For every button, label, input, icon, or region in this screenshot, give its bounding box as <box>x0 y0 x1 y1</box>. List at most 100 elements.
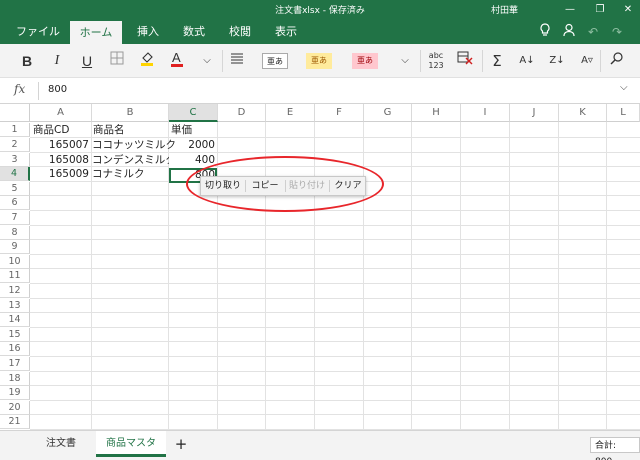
minimize-icon[interactable]: — <box>560 1 580 18</box>
cell-c1[interactable]: 単価 <box>171 123 192 137</box>
row-header[interactable]: 6 <box>0 196 30 210</box>
column-header[interactable]: F <box>315 104 364 122</box>
formula-input[interactable]: 800 <box>48 84 67 95</box>
search-icon[interactable] <box>606 50 628 72</box>
formula-bar: fx 800 ⌵ <box>0 78 640 104</box>
align-icon[interactable] <box>226 50 248 72</box>
font-color-icon[interactable]: A <box>166 50 188 72</box>
tab-formulas[interactable]: 数式 <box>174 20 214 44</box>
cell-a1[interactable]: 商品CD <box>33 123 69 137</box>
row-header[interactable]: 1 <box>0 123 30 137</box>
underline-icon[interactable]: U <box>76 50 98 72</box>
cell-b3[interactable]: コンデンスミルク <box>92 153 176 167</box>
column-header[interactable]: E <box>266 104 315 122</box>
column-header[interactable]: J <box>510 104 559 122</box>
redo-icon[interactable]: ↷ <box>608 23 626 41</box>
row-header[interactable]: 12 <box>0 284 30 298</box>
cell-a3[interactable]: 165008 <box>30 153 89 167</box>
cell-style-neutral[interactable]: 亜あ <box>306 53 332 69</box>
fill-color-icon[interactable] <box>136 50 158 72</box>
row-header[interactable]: 10 <box>0 255 30 269</box>
spelling-sublabel: 123 <box>428 61 444 70</box>
row-header[interactable]: 5 <box>0 182 30 196</box>
column-header[interactable]: B <box>92 104 169 122</box>
filter-icon[interactable]: A▿ <box>576 50 598 72</box>
tab-home[interactable]: ホーム <box>70 21 122 44</box>
account-icon[interactable] <box>560 23 578 41</box>
row-header[interactable]: 4 <box>0 167 30 181</box>
restore-icon[interactable]: ❐ <box>590 1 610 18</box>
row-header[interactable]: 8 <box>0 226 30 240</box>
spelling-icon[interactable]: abc 123 <box>424 50 448 72</box>
column-header[interactable]: G <box>364 104 412 122</box>
clear-icon[interactable] <box>454 50 476 72</box>
lightbulb-icon[interactable] <box>536 23 554 41</box>
cell-style-bad[interactable]: 亜あ <box>352 53 378 69</box>
status-sum[interactable]: 合計: 800 <box>590 437 640 460</box>
styles-chevron-down-icon[interactable]: ⌵ <box>394 50 416 72</box>
user-name[interactable]: 村田華 <box>491 3 518 16</box>
row-header[interactable]: 11 <box>0 269 30 283</box>
function-icon[interactable]: fx <box>14 82 25 96</box>
formula-divider <box>38 82 39 100</box>
column-header[interactable]: I <box>461 104 510 122</box>
cell-b4[interactable]: コナミルク <box>92 167 145 181</box>
row-header[interactable]: 17 <box>0 357 30 371</box>
toolbar-divider <box>482 50 483 72</box>
column-header[interactable]: D <box>218 104 266 122</box>
spelling-label: abc <box>428 51 444 60</box>
sort-descending-icon[interactable]: Z↓ <box>546 50 568 72</box>
column-header[interactable]: C <box>169 104 218 122</box>
row-header[interactable]: 9 <box>0 240 30 254</box>
annotation-ellipse <box>186 156 384 212</box>
close-icon[interactable]: ✕ <box>618 1 638 18</box>
toolbar-divider <box>420 50 421 72</box>
row-header[interactable]: 20 <box>0 401 30 415</box>
row-header[interactable]: 13 <box>0 299 30 313</box>
tab-insert[interactable]: 挿入 <box>128 20 168 44</box>
toolbar-divider <box>222 50 223 72</box>
sheet-tab-products[interactable]: 商品マスタ <box>96 431 166 457</box>
row-header[interactable]: 7 <box>0 211 30 225</box>
cell-a4[interactable]: 165009 <box>30 167 89 181</box>
cell-b2[interactable]: ココナッツミルク <box>92 138 176 152</box>
sort-ascending-icon[interactable]: A↓ <box>516 50 538 72</box>
row-header[interactable]: 21 <box>0 415 30 429</box>
cell-c3[interactable]: 400 <box>169 153 215 167</box>
svg-text:A: A <box>172 50 181 65</box>
cell-b1[interactable]: 商品名 <box>93 123 125 137</box>
cell-a2[interactable]: 165007 <box>30 138 89 152</box>
ribbon-toolbar: B I U A ⌵ 亜あ 亜あ 亜あ ⌵ abc 123 Σ A↓ Z↓ A▿ <box>0 44 640 78</box>
tab-review[interactable]: 校閲 <box>220 20 260 44</box>
tab-file[interactable]: ファイル <box>12 20 64 44</box>
ribbon-tabs: ファイル ホーム 挿入 数式 校閲 表示 ↶ ↷ <box>0 20 640 44</box>
row-header[interactable]: 14 <box>0 313 30 327</box>
column-header[interactable]: L <box>607 104 640 122</box>
chevron-down-icon[interactable]: ⌵ <box>196 50 218 72</box>
column-header[interactable]: A <box>30 104 92 122</box>
add-sheet-icon[interactable]: + <box>172 434 190 454</box>
italic-icon[interactable]: I <box>46 50 68 72</box>
toolbar-divider <box>600 50 601 72</box>
row-header[interactable]: 2 <box>0 138 30 152</box>
expand-formula-icon[interactable]: ⌵ <box>620 82 628 93</box>
sheet-tab-order[interactable]: 注文書 <box>30 431 92 457</box>
undo-icon[interactable]: ↶ <box>584 23 602 41</box>
row-header[interactable]: 3 <box>0 153 30 167</box>
column-header[interactable]: K <box>559 104 607 122</box>
row-header[interactable]: 18 <box>0 372 30 386</box>
title-bar: 注文書xlsx - 保存済み 村田華 — ❐ ✕ <box>0 0 640 20</box>
cell-c2[interactable]: 2000 <box>169 138 215 152</box>
cell-style-normal[interactable]: 亜あ <box>262 53 288 69</box>
bold-icon[interactable]: B <box>16 50 38 72</box>
borders-icon[interactable] <box>106 50 128 72</box>
select-all-corner[interactable] <box>0 104 30 122</box>
column-header[interactable]: H <box>412 104 461 122</box>
row-header[interactable]: 19 <box>0 386 30 400</box>
row-header[interactable]: 15 <box>0 328 30 342</box>
autosum-icon[interactable]: Σ <box>486 50 508 72</box>
sheet-bar: 注文書 商品マスタ + 合計: 800 <box>0 430 640 460</box>
row-header[interactable]: 16 <box>0 342 30 356</box>
tab-view[interactable]: 表示 <box>266 20 306 44</box>
spreadsheet-grid[interactable]: A B C D E F G H I J K L 1 2 3 4 5 6 7 8 … <box>0 104 640 430</box>
